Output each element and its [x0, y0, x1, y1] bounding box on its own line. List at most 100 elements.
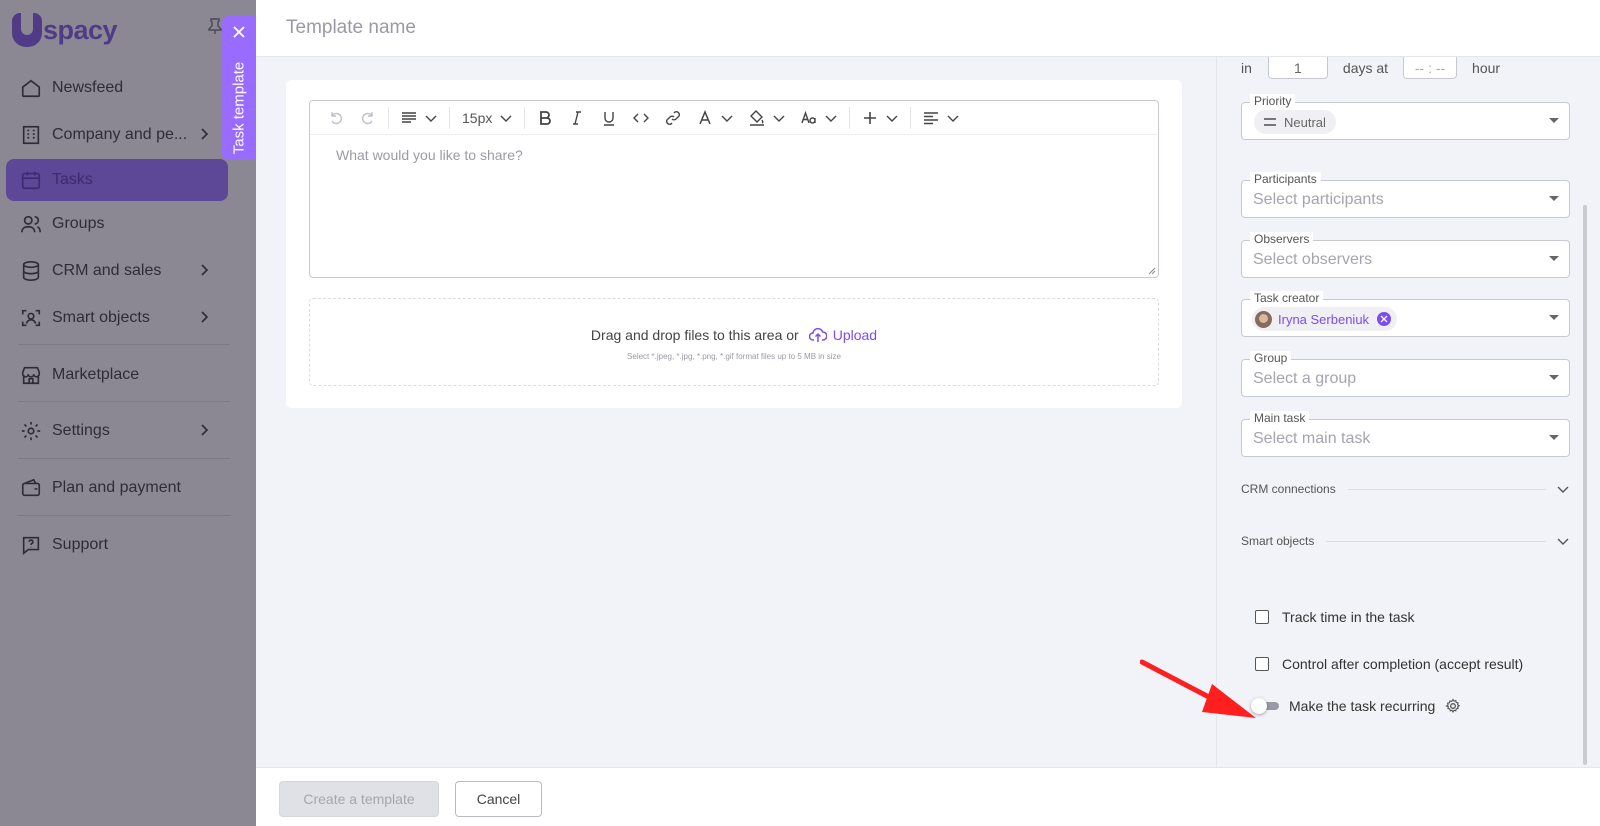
task-creator-select[interactable]: Task creator Iryna Serbeniuk — [1241, 291, 1570, 337]
crm-connections-section[interactable]: CRM connections — [1241, 479, 1570, 499]
rich-text-editor[interactable]: 15px What would you like to share? — [309, 100, 1159, 278]
logo-mark — [12, 13, 42, 47]
track-time-option[interactable]: Track time in the task — [1255, 609, 1415, 625]
settings-column: in 1 days at -- : -- hour Priority Neutr… — [1216, 57, 1591, 767]
deadline-in-label: in — [1241, 60, 1252, 76]
main-task-select[interactable]: Main task Select main task — [1241, 411, 1570, 457]
dropzone-text: Drag and drop files to this area or — [590, 327, 799, 343]
users-icon — [21, 215, 41, 233]
text-case-icon — [801, 110, 817, 124]
code-button[interactable] — [625, 101, 657, 135]
wallet-icon — [21, 478, 41, 497]
section-divider — [1326, 540, 1546, 542]
cloud-upload-icon — [808, 327, 827, 342]
align-dropdown[interactable] — [915, 101, 967, 135]
caret-down-icon — [1549, 435, 1559, 440]
resize-handle-icon[interactable] — [1148, 267, 1156, 275]
group-placeholder: Select a group — [1253, 370, 1357, 387]
smart-objects-section[interactable]: Smart objects — [1241, 531, 1570, 551]
logo[interactable]: spacy — [12, 12, 118, 48]
undo-icon — [331, 111, 342, 124]
upload-link[interactable]: Upload — [808, 327, 877, 343]
track-time-label: Track time in the task — [1282, 609, 1415, 625]
underline-button[interactable] — [593, 101, 625, 135]
redo-button[interactable] — [352, 101, 384, 135]
chevron-down-icon — [773, 115, 785, 122]
toolbar-separator — [388, 106, 389, 129]
toolbar-separator — [449, 106, 450, 129]
chevron-down-icon — [1557, 486, 1569, 493]
remove-user-button[interactable] — [1377, 312, 1392, 326]
editor-toolbar: 15px — [310, 101, 1158, 135]
sidebar-item-company[interactable]: Company and pe... — [6, 114, 228, 156]
footer: Create a template Cancel — [256, 767, 1600, 826]
sidebar-item-support[interactable]: Support — [6, 524, 228, 566]
participants-select[interactable]: Participants Select participants — [1241, 172, 1570, 218]
sidebar-item-crm[interactable]: CRM and sales — [6, 250, 228, 292]
pin-icon[interactable] — [208, 18, 222, 34]
control-after-option[interactable]: Control after completion (accept result) — [1255, 656, 1523, 672]
task-creator-value: Iryna Serbeniuk — [1278, 311, 1370, 327]
logo-text: spacy — [43, 14, 118, 45]
cancel-button[interactable]: Cancel — [455, 781, 542, 817]
sidebar-item-marketplace[interactable]: Marketplace — [6, 354, 228, 396]
text-color-dropdown[interactable] — [689, 101, 741, 135]
building-icon — [22, 125, 40, 145]
task-creator-label: Task creator — [1250, 291, 1324, 305]
highlight-color-dropdown[interactable] — [741, 101, 793, 135]
equals-icon — [1264, 118, 1276, 126]
link-button[interactable] — [657, 101, 689, 135]
sidebar-divider — [18, 515, 230, 516]
priority-select[interactable]: Priority Neutral — [1241, 94, 1570, 140]
redo-icon — [362, 111, 373, 124]
hour-label: hour — [1472, 60, 1501, 76]
font-size-dropdown[interactable]: 15px — [454, 101, 520, 135]
file-dropzone[interactable]: Drag and drop files to this area or Uplo… — [309, 298, 1159, 386]
paragraph-style-dropdown[interactable] — [393, 101, 445, 135]
section-divider — [1347, 488, 1546, 490]
close-icon[interactable] — [231, 24, 247, 40]
deadline-row: in 1 days at -- : -- hour — [1241, 57, 1500, 79]
time-input[interactable]: -- : -- — [1403, 57, 1458, 79]
observers-select[interactable]: Observers Select observers — [1241, 232, 1570, 278]
bold-button[interactable] — [529, 101, 561, 135]
paint-bucket-icon — [750, 109, 765, 126]
days-input[interactable]: 1 — [1267, 57, 1328, 79]
sidebar-item-smart-objects[interactable]: Smart objects — [6, 297, 228, 339]
group-select[interactable]: Group Select a group — [1241, 351, 1570, 397]
font-size-value: 15px — [462, 109, 493, 126]
group-label: Group — [1250, 351, 1292, 365]
undo-button[interactable] — [320, 101, 352, 135]
template-name-input[interactable]: Template name — [286, 17, 416, 39]
chevron-right-icon — [201, 128, 209, 140]
sidebar-item-label: Company and pe... — [52, 126, 188, 143]
close-icon — [1380, 315, 1388, 323]
avatar — [1255, 310, 1272, 328]
caret-down-icon — [1549, 315, 1559, 320]
template-panel: Template name 15px What would you like t… — [256, 0, 1600, 826]
sidebar-item-tasks[interactable]: Tasks — [6, 159, 228, 201]
link-icon — [666, 110, 681, 125]
chevron-down-icon — [500, 115, 512, 122]
underline-icon — [604, 111, 615, 126]
control-after-label: Control after completion (accept result) — [1282, 656, 1524, 672]
sidebar-item-settings[interactable]: Settings — [6, 410, 228, 452]
create-template-button[interactable]: Create a template — [279, 781, 439, 817]
text-case-dropdown[interactable] — [793, 101, 845, 135]
sidebar-item-groups[interactable]: Groups — [6, 203, 228, 245]
smart-objects-label: Smart objects — [1241, 534, 1315, 548]
track-time-checkbox[interactable] — [1255, 610, 1269, 624]
sidebar-item-newsfeed[interactable]: Newsfeed — [6, 67, 228, 109]
dropzone-message: Drag and drop files to this area or Uplo… — [310, 327, 1158, 343]
participants-placeholder: Select participants — [1253, 191, 1384, 208]
gear-icon[interactable] — [1445, 698, 1461, 714]
dropzone-hint: Select *.jpeg, *.jpg, *.png, *.gif forma… — [627, 352, 841, 361]
sidebar-item-plan[interactable]: Plan and payment — [6, 467, 228, 509]
description-card: 15px What would you like to share? Drag … — [286, 80, 1182, 408]
recurring-option[interactable]: Make the task recurring — [1251, 698, 1461, 714]
task-template-tab[interactable]: Task template — [222, 16, 256, 160]
italic-button[interactable] — [561, 101, 593, 135]
insert-dropdown[interactable] — [854, 101, 906, 135]
scrollbar-thumb[interactable] — [1583, 205, 1587, 765]
sidebar-item-label: Tasks — [52, 171, 93, 188]
